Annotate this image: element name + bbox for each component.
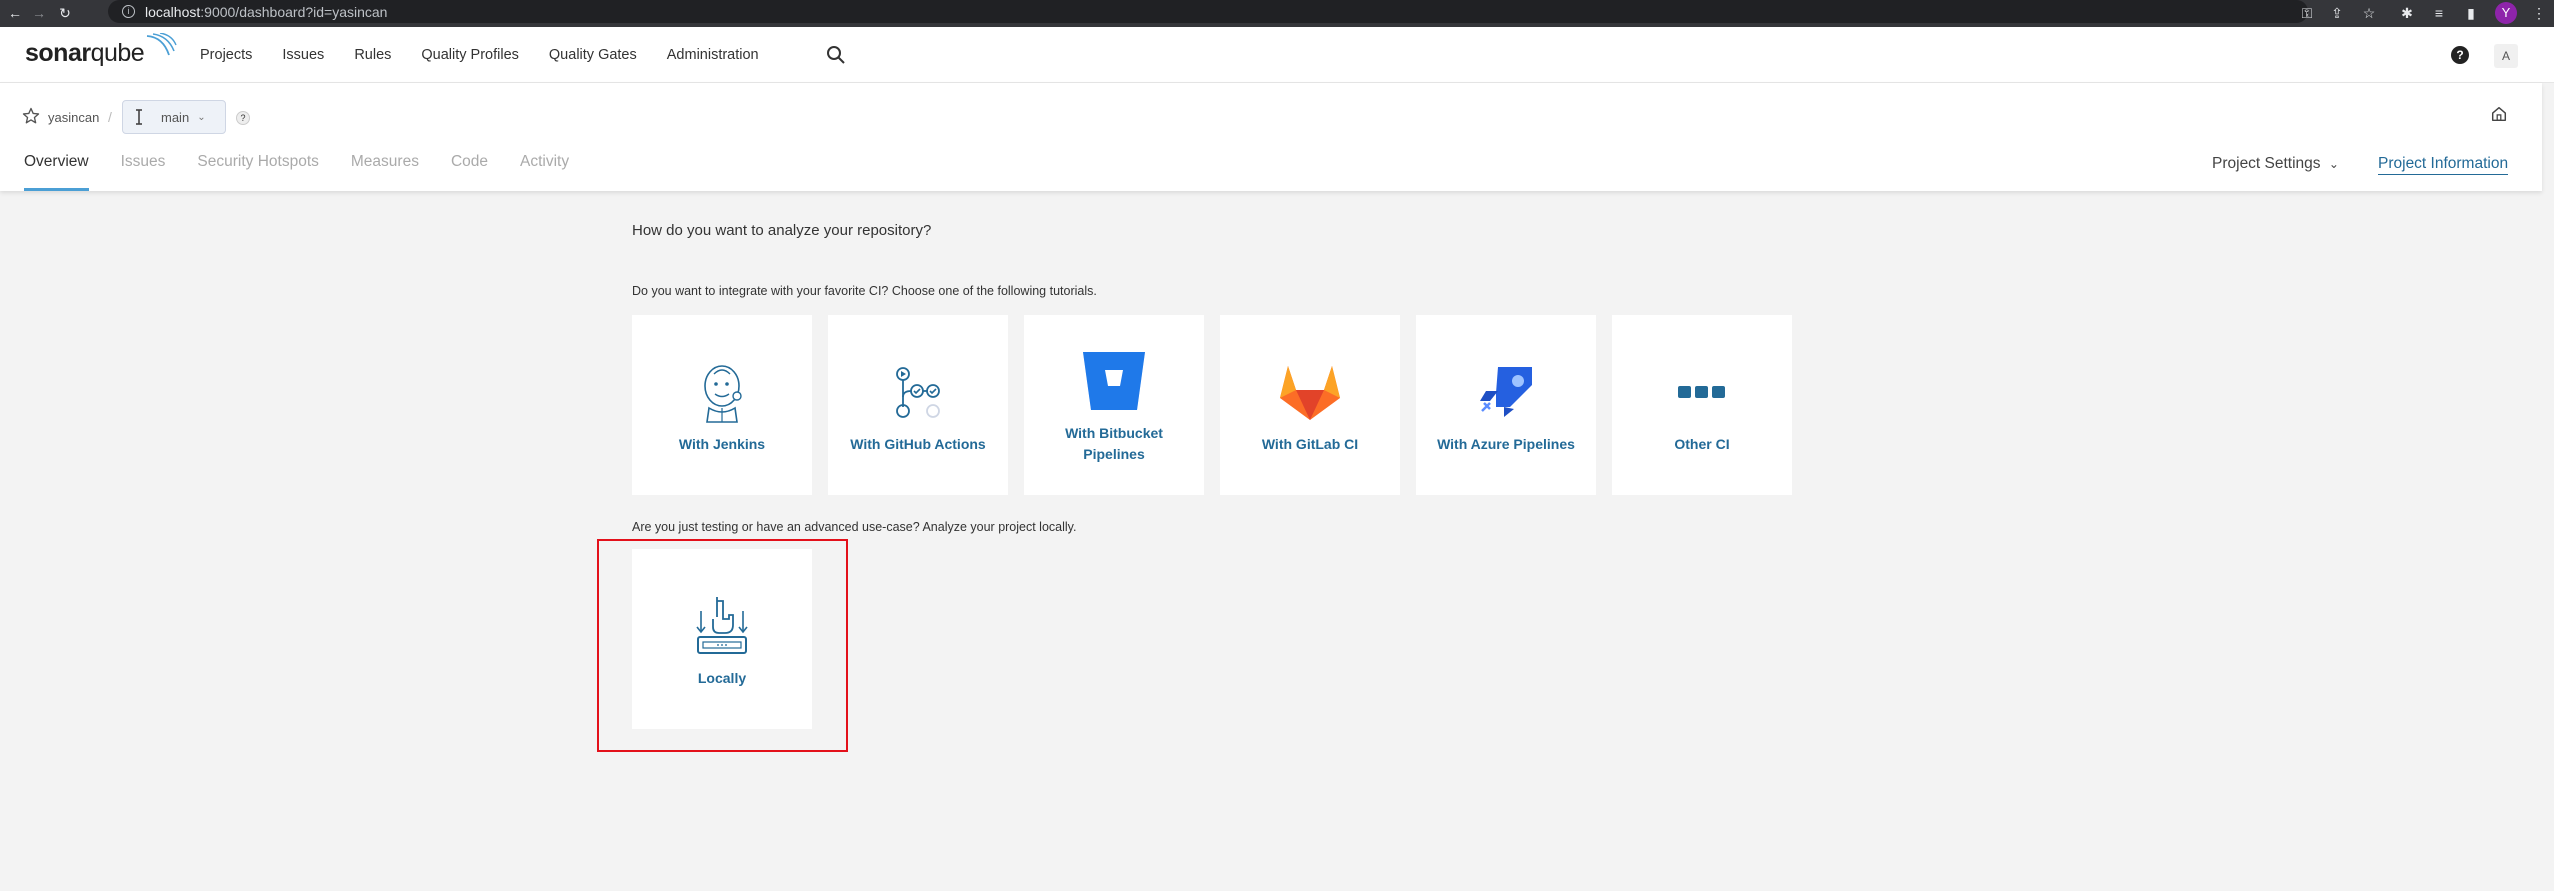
user-avatar[interactable]: A — [2494, 44, 2518, 68]
project-information-link[interactable]: Project Information — [2378, 155, 2509, 175]
tab-measures[interactable]: Measures — [351, 145, 419, 191]
reload-icon[interactable]: ↻ — [56, 4, 74, 22]
search-icon[interactable] — [825, 44, 847, 66]
branch-name: main — [161, 109, 190, 125]
bookmark-star-icon[interactable]: ☆ — [2360, 4, 2378, 22]
share-icon[interactable]: ⇪ — [2328, 4, 2346, 22]
tab-security-hotspots[interactable]: Security Hotspots — [197, 145, 318, 191]
ci-option-label: Other CI — [1674, 435, 1730, 452]
jenkins-icon — [704, 364, 742, 423]
ci-option-github-actions[interactable]: With GitHub Actions — [828, 315, 1008, 495]
project-tabs: Overview Issues Security Hotspots Measur… — [24, 145, 601, 191]
browser-menu-icon[interactable]: ⋮ — [2530, 4, 2548, 22]
site-info-icon[interactable]: i — [122, 5, 135, 18]
menu-quality-gates[interactable]: Quality Gates — [549, 47, 637, 63]
back-arrow-icon[interactable]: ← — [6, 4, 24, 22]
bitbucket-icon — [1083, 352, 1145, 410]
help-icon[interactable]: ? — [2451, 46, 2469, 64]
global-navigation: sonarqube Projects Issues Rules Quality … — [0, 27, 2554, 83]
azure-pipelines-icon — [1480, 366, 1532, 417]
analyze-question: How do you want to analyze your reposito… — [632, 222, 932, 239]
favorite-star-icon[interactable] — [22, 107, 40, 125]
ci-option-label: With GitHub Actions — [850, 435, 986, 452]
branch-icon — [136, 109, 142, 125]
tab-activity[interactable]: Activity — [520, 145, 569, 191]
url-host: localhost — [145, 3, 201, 20]
breadcrumb-separator: / — [108, 109, 112, 125]
tab-issues[interactable]: Issues — [121, 145, 166, 191]
forward-arrow-icon[interactable]: → — [30, 4, 48, 22]
github-actions-icon — [896, 366, 940, 418]
menu-issues[interactable]: Issues — [282, 47, 324, 63]
ci-option-label: With Jenkins — [678, 435, 766, 452]
url-path: :9000/dashboard?id=yasincan — [200, 3, 388, 20]
gitlab-icon — [1280, 365, 1340, 420]
main-menu: Projects Issues Rules Quality Profiles Q… — [200, 27, 789, 83]
ci-option-azure[interactable]: With Azure Pipelines — [1416, 315, 1596, 495]
local-prompt: Are you just testing or have an advanced… — [632, 520, 1077, 534]
menu-rules[interactable]: Rules — [354, 47, 391, 63]
menu-quality-profiles[interactable]: Quality Profiles — [421, 47, 519, 63]
extensions-icon[interactable]: ✱ — [2398, 4, 2416, 22]
ci-option-label: With Azure Pipelines — [1437, 435, 1575, 452]
project-header: yasincan / main ⌄ ? Overview Issues Secu… — [0, 83, 2542, 191]
menu-administration[interactable]: Administration — [667, 47, 759, 63]
home-icon[interactable] — [2490, 105, 2508, 123]
ci-option-bitbucket[interactable]: With Bitbucket Pipelines — [1024, 315, 1204, 495]
other-ci-icon — [1678, 385, 1725, 398]
tab-code[interactable]: Code — [451, 145, 488, 191]
logo-text-regular: qube — [90, 39, 145, 67]
reading-list-icon[interactable]: ≡ — [2430, 4, 2448, 22]
menu-projects[interactable]: Projects — [200, 47, 252, 63]
key-icon[interactable]: ⚿ — [2298, 4, 2316, 22]
sonar-waves-icon — [146, 33, 177, 56]
ci-option-label: With Bitbucket Pipelines — [1065, 425, 1163, 462]
highlight-box — [597, 539, 848, 752]
chevron-down-icon: ⌄ — [197, 111, 206, 123]
tab-overview[interactable]: Overview — [24, 145, 89, 191]
chevron-down-icon: ⌄ — [2328, 157, 2339, 171]
ci-option-label: With GitLab CI — [1261, 435, 1359, 452]
side-panel-icon[interactable]: ▮ — [2462, 4, 2480, 22]
browser-profile-avatar[interactable]: Y — [2495, 2, 2517, 24]
browser-toolbar: ← → ↻ i localhost:9000/dashboard?id=yasi… — [0, 0, 2554, 27]
sonarqube-logo[interactable]: sonarqube — [25, 33, 177, 68]
project-name[interactable]: yasincan — [48, 110, 99, 125]
project-settings-dropdown[interactable]: Project Settings ⌄ — [2212, 155, 2339, 173]
ci-option-jenkins[interactable]: With Jenkins — [632, 315, 812, 495]
branch-help-icon[interactable]: ? — [236, 111, 250, 125]
project-settings-label: Project Settings — [2212, 155, 2321, 172]
ci-option-gitlab[interactable]: With GitLab CI — [1220, 315, 1400, 495]
ci-options: With Jenkins With GitHub Actions With Bi… — [632, 315, 1808, 495]
ci-prompt: Do you want to integrate with your favor… — [632, 284, 1097, 298]
logo-text-bold: sonar — [25, 39, 91, 67]
ci-option-other[interactable]: Other CI — [1612, 315, 1792, 495]
branch-selector[interactable]: main ⌄ — [122, 100, 226, 134]
address-bar[interactable]: i localhost:9000/dashboard?id=yasincan — [108, 0, 2308, 23]
